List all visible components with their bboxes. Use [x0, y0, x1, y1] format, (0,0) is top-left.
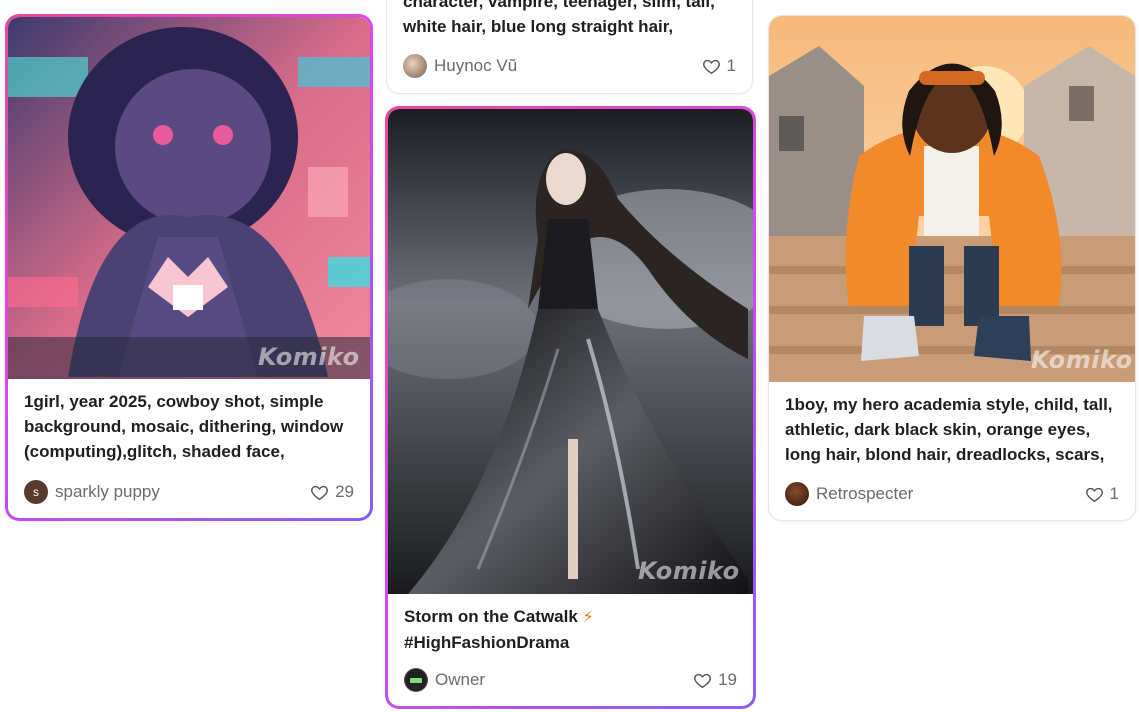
card-image[interactable]: Komiko [769, 16, 1135, 382]
avatar[interactable] [785, 482, 809, 506]
like-button[interactable]: 19 [693, 670, 737, 690]
author-name[interactable]: sparkly puppy [55, 482, 310, 502]
like-button[interactable]: 29 [310, 482, 354, 502]
gallery-card-1[interactable]: Komiko 1girl, year 2025, cowboy shot, si… [5, 14, 373, 521]
gallery-card-4[interactable]: Komiko 1boy, my hero academia style, chi… [768, 15, 1136, 521]
card-meta: s sparkly puppy 29 [24, 479, 354, 505]
avatar[interactable] [404, 668, 428, 692]
komiko-watermark: Komiko [638, 557, 740, 585]
card-image[interactable]: Komiko [8, 17, 370, 379]
card-caption: 1boy, my hero academia style, child, tal… [785, 395, 1113, 464]
komiko-watermark: Komiko [1031, 346, 1133, 374]
like-count: 29 [335, 482, 354, 501]
gallery-card-3[interactable]: Komiko Storm on the Catwalk ⚡ #HighFashi… [385, 106, 756, 709]
heart-icon [702, 59, 720, 74]
card-meta: Retrospecter 1 [785, 481, 1119, 507]
card-meta: Owner 19 [404, 667, 737, 693]
gallery-card-2[interactable]: character, vampire, teenager, slim, tall… [386, 0, 753, 94]
author-name[interactable]: Owner [435, 670, 693, 690]
like-count: 1 [726, 56, 736, 75]
komiko-watermark: Komiko [258, 343, 360, 371]
like-button[interactable]: 1 [702, 56, 736, 76]
card-caption: 1girl, year 2025, cowboy shot, simple ba… [24, 392, 344, 461]
avatar[interactable] [403, 54, 427, 78]
card-caption: Storm on the Catwalk ⚡ #HighFashionDrama [404, 604, 739, 655]
caption-hashtag: #HighFashionDrama [404, 633, 570, 652]
like-count: 19 [718, 670, 737, 689]
lightning-bolt-icon: ⚡ [582, 609, 594, 626]
heart-icon [311, 485, 329, 500]
heart-icon [694, 673, 712, 688]
card-meta: Huynoc Vũ 1 [403, 53, 736, 79]
avatar[interactable]: s [24, 480, 48, 504]
like-count: 1 [1109, 484, 1119, 503]
like-button[interactable]: 1 [1085, 484, 1119, 504]
author-name[interactable]: Retrospecter [816, 484, 1085, 504]
heart-icon [1085, 487, 1103, 502]
caption-title: Storm on the Catwalk [404, 607, 578, 626]
card-image[interactable]: Komiko [388, 109, 753, 594]
card-caption: character, vampire, teenager, slim, tall… [403, 0, 715, 36]
author-name[interactable]: Huynoc Vũ [434, 56, 702, 76]
